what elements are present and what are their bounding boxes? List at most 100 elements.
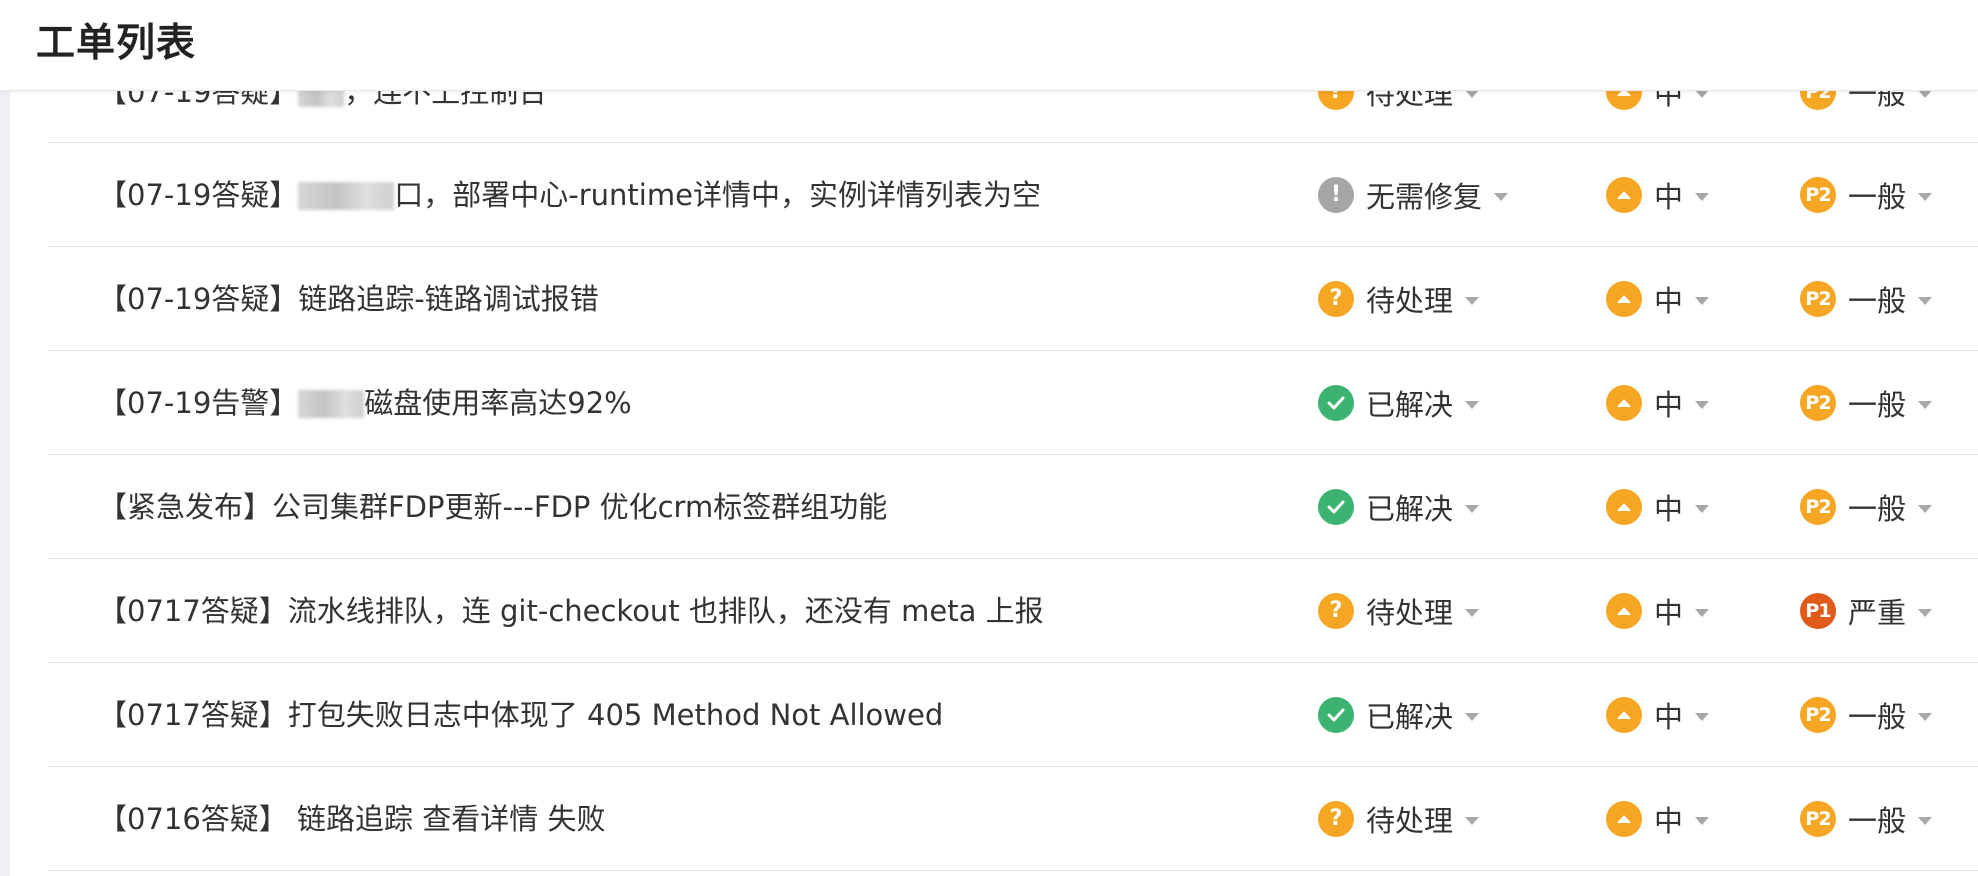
severity-dropdown[interactable]: P2 一般 — [1800, 799, 1933, 839]
question-circle-icon: ? — [1318, 593, 1354, 629]
ticket-row[interactable]: 【紧急发布】公司集群FDP更新---FDP 优化crm标签群组功能 已解决 中 … — [48, 455, 1978, 559]
status-dropdown[interactable]: ? 待处理 — [1318, 799, 1480, 839]
status-dropdown[interactable]: ? 待处理 — [1318, 591, 1480, 631]
p2-badge-icon: P2 — [1800, 177, 1836, 213]
ticket-title[interactable]: 【07-19答疑】 口，部署中心-runtime详情中，实例详情列表为空 — [98, 177, 1278, 213]
severity-label: 一般 — [1848, 388, 1907, 422]
caret-down-icon — [1494, 192, 1509, 201]
caret-down-icon — [1918, 504, 1933, 513]
caret-down-icon — [1465, 608, 1480, 617]
ticket-row[interactable]: 【0717答疑】流水线排队，连 git-checkout 也排队，还没有 met… — [48, 559, 1978, 663]
caret-down-icon — [1465, 400, 1480, 409]
severity-dropdown[interactable]: P2 一般 — [1800, 279, 1933, 319]
status-label: 已解决 — [1366, 492, 1454, 526]
caret-down-icon — [1465, 504, 1480, 513]
status-dropdown[interactable]: 已解决 — [1318, 695, 1480, 735]
priority-label: 中 — [1654, 492, 1684, 526]
severity-label: 严重 — [1848, 596, 1907, 630]
question-circle-icon: ? — [1318, 281, 1354, 317]
caret-down-icon — [1465, 816, 1480, 825]
status-label: 已解决 — [1366, 388, 1454, 422]
status-label: 待处理 — [1366, 804, 1454, 838]
priority-label: 中 — [1654, 700, 1684, 734]
ticket-row[interactable]: 【0716答疑】 链路追踪 查看详情 失败 ? 待处理 中 P2 一般 — [48, 767, 1978, 871]
page-title: 工单列表 — [36, 21, 197, 66]
ticket-title[interactable]: 【紧急发布】公司集群FDP更新---FDP 优化crm标签群组功能 — [98, 489, 1278, 525]
severity-label: 一般 — [1848, 284, 1907, 318]
severity-label: 一般 — [1848, 700, 1907, 734]
ticket-row[interactable]: 【0717答疑】打包失败日志中体现了 405 Method Not Allowe… — [48, 663, 1978, 767]
exclamation-circle-icon: ! — [1318, 177, 1354, 213]
status-label: 无需修复 — [1366, 180, 1483, 214]
status-dropdown[interactable]: ? 待处理 — [1318, 279, 1480, 319]
redacted-text — [298, 182, 395, 210]
chevron-up-circle-icon — [1606, 385, 1642, 421]
caret-down-icon — [1465, 296, 1480, 305]
priority-dropdown[interactable]: 中 — [1606, 175, 1710, 215]
caret-down-icon — [1695, 608, 1710, 617]
ticket-title[interactable]: 【0717答疑】流水线排队，连 git-checkout 也排队，还没有 met… — [98, 593, 1278, 629]
caret-down-icon — [1695, 192, 1710, 201]
ticket-title[interactable]: 【07-19答疑】链路追踪-链路调试报错 — [98, 281, 1278, 317]
caret-down-icon — [1918, 192, 1933, 201]
chevron-up-circle-icon — [1606, 801, 1642, 837]
p2-badge-icon: P2 — [1800, 489, 1836, 525]
severity-dropdown[interactable]: P2 一般 — [1800, 175, 1933, 215]
caret-down-icon — [1465, 712, 1480, 721]
priority-dropdown[interactable]: 中 — [1606, 487, 1710, 527]
priority-dropdown[interactable]: 中 — [1606, 279, 1710, 319]
status-dropdown[interactable]: 已解决 — [1318, 487, 1480, 527]
caret-down-icon — [1695, 296, 1710, 305]
severity-label: 一般 — [1848, 804, 1907, 838]
caret-down-icon — [1918, 816, 1933, 825]
p2-badge-icon: P2 — [1800, 385, 1836, 421]
status-label: 待处理 — [1366, 284, 1454, 318]
ticket-title[interactable]: 【07-19告警】 磁盘使用率高达92% — [98, 385, 1278, 421]
severity-dropdown[interactable]: P1 严重 — [1800, 591, 1933, 631]
caret-down-icon — [1695, 816, 1710, 825]
priority-label: 中 — [1654, 284, 1684, 318]
priority-dropdown[interactable]: 中 — [1606, 383, 1710, 423]
chevron-up-circle-icon — [1606, 281, 1642, 317]
ticket-row[interactable]: 【07-19告警】 磁盘使用率高达92% 已解决 中 P2 一般 — [48, 351, 1978, 455]
priority-dropdown[interactable]: 中 — [1606, 799, 1710, 839]
priority-label: 中 — [1654, 596, 1684, 630]
status-dropdown[interactable]: 已解决 — [1318, 383, 1480, 423]
caret-down-icon — [1695, 504, 1710, 513]
p2-badge-icon: P2 — [1800, 281, 1836, 317]
priority-label: 中 — [1654, 804, 1684, 838]
priority-dropdown[interactable]: 中 — [1606, 591, 1710, 631]
severity-dropdown[interactable]: P2 一般 — [1800, 383, 1933, 423]
chevron-up-circle-icon — [1606, 593, 1642, 629]
chevron-up-circle-icon — [1606, 489, 1642, 525]
ticket-title[interactable]: 【0716答疑】 链路追踪 查看详情 失败 — [98, 801, 1278, 837]
caret-down-icon — [1695, 400, 1710, 409]
severity-label: 一般 — [1848, 180, 1907, 214]
chevron-up-circle-icon — [1606, 697, 1642, 733]
p1-badge-icon: P1 — [1800, 593, 1836, 629]
caret-down-icon — [1918, 400, 1933, 409]
caret-down-icon — [1918, 712, 1933, 721]
redacted-text — [298, 390, 365, 418]
check-circle-icon — [1318, 385, 1354, 421]
severity-label: 一般 — [1848, 492, 1907, 526]
caret-down-icon — [1695, 712, 1710, 721]
caret-down-icon — [1918, 296, 1933, 305]
ticket-list: 【07-19答疑】 ，连不上控制台 ? 待处理 中 P2 一般 【07-19答疑】… — [48, 40, 1978, 871]
left-rail — [0, 88, 10, 876]
ticket-row[interactable]: 【07-19答疑】 口，部署中心-runtime详情中，实例详情列表为空 ! 无需… — [48, 143, 1978, 247]
p2-badge-icon: P2 — [1800, 697, 1836, 733]
priority-dropdown[interactable]: 中 — [1606, 695, 1710, 735]
status-dropdown[interactable]: ! 无需修复 — [1318, 175, 1509, 215]
status-label: 待处理 — [1366, 596, 1454, 630]
question-circle-icon: ? — [1318, 801, 1354, 837]
page-header: 工单列表 — [0, 0, 1978, 91]
caret-down-icon — [1918, 608, 1933, 617]
status-label: 已解决 — [1366, 700, 1454, 734]
check-circle-icon — [1318, 489, 1354, 525]
severity-dropdown[interactable]: P2 一般 — [1800, 695, 1933, 735]
ticket-row[interactable]: 【07-19答疑】链路追踪-链路调试报错 ? 待处理 中 P2 一般 — [48, 247, 1978, 351]
severity-dropdown[interactable]: P2 一般 — [1800, 487, 1933, 527]
ticket-title[interactable]: 【0717答疑】打包失败日志中体现了 405 Method Not Allowe… — [98, 697, 1278, 733]
priority-label: 中 — [1654, 388, 1684, 422]
